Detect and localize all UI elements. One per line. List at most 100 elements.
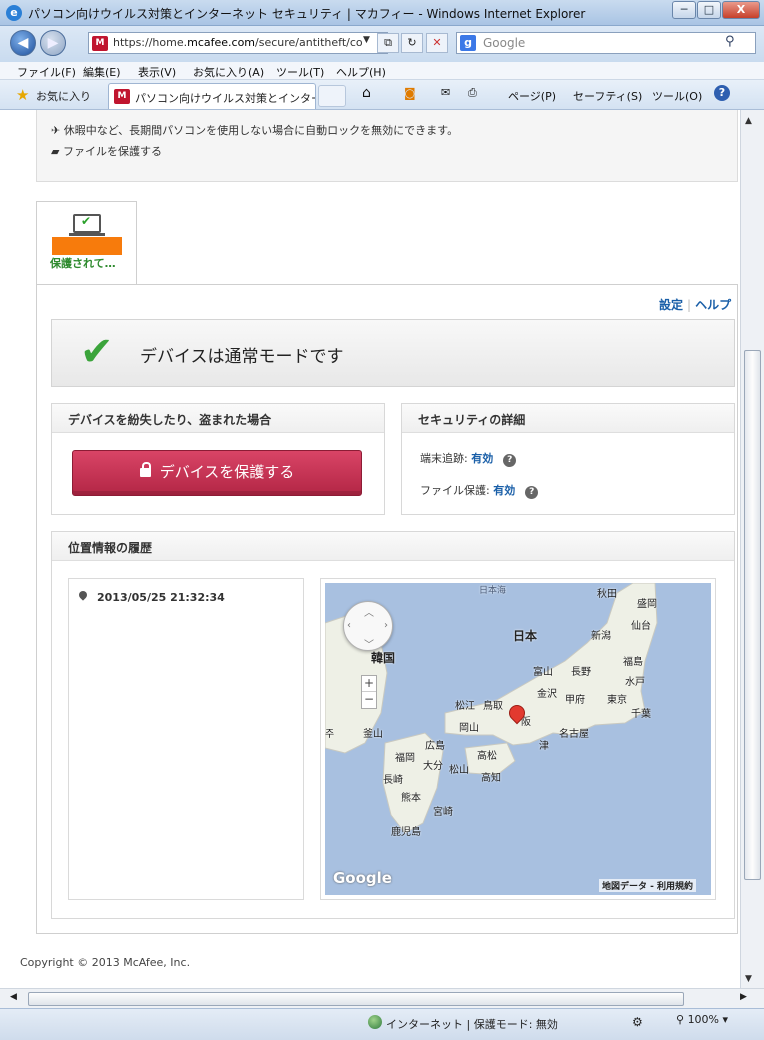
menu-view[interactable]: 表示(V) — [138, 64, 176, 80]
map-label: 鹿児島 — [391, 827, 421, 838]
close-button[interactable]: X — [722, 1, 760, 19]
help-circle-icon[interactable]: ? — [525, 486, 539, 499]
forward-button[interactable]: ▶ — [40, 30, 66, 56]
menu-file[interactable]: ファイル(F) — [17, 64, 76, 80]
map-label: 日本 — [513, 629, 538, 643]
new-tab-button[interactable] — [318, 85, 346, 107]
pan-left-icon[interactable]: ‹ — [347, 620, 351, 631]
horizontal-scroll-thumb[interactable] — [28, 992, 684, 1006]
favorites-button[interactable]: お気に入り — [36, 88, 91, 104]
help-link[interactable]: ヘルプ — [695, 298, 731, 312]
print-icon[interactable]: ⎙ — [468, 86, 477, 100]
magnifier-icon: ⚲ — [676, 1013, 685, 1026]
lost-panel-title: デバイスを紛失したり、盗まれた場合 — [52, 404, 384, 433]
search-icon[interactable]: ⚲ — [725, 34, 735, 49]
copyright: Copyright © 2013 McAfee, Inc. — [20, 956, 191, 969]
back-button[interactable]: ◀ — [10, 30, 36, 56]
compat-view-button[interactable]: ⧉ — [377, 33, 399, 53]
protection-icon[interactable]: ⚙ — [632, 1015, 643, 1029]
redacted-device-name — [52, 237, 122, 255]
big-check-icon: ✔ — [80, 329, 114, 375]
map-label: 주 — [325, 729, 335, 740]
feeds-icon[interactable]: ◙ — [404, 86, 416, 100]
feature-item: ✈ 休暇中など、長期間パソコンを使用しない場合に自動ロックを無効にできます。 — [51, 124, 459, 137]
menu-edit[interactable]: 編集(E) — [83, 64, 121, 80]
security-zone[interactable]: インターネット | 保護モード: 無効 — [386, 1016, 558, 1032]
lock-icon — [139, 462, 151, 477]
favorites-bar: ★ お気に入り M パソコン向けウイルス対策とインター... ⌂ ◙ ✉ ⎙ ペ… — [0, 80, 764, 110]
url-text[interactable]: https://home.mcafee.com/secure/antitheft… — [113, 36, 363, 49]
scroll-left-icon[interactable]: ◀ — [10, 992, 17, 1002]
safety-menu[interactable]: セーフティ(S) — [573, 88, 642, 104]
zoom-level[interactable]: ⚲ 100% ▾ — [676, 1013, 728, 1026]
stop-button[interactable]: ✕ — [426, 33, 448, 53]
location-map[interactable]: 日本海 日本 韓国 秋田 盛岡 仙台 新潟 福島 富山 長野 水戸 金沢 甲府 … — [325, 583, 711, 895]
search-box[interactable]: g Google ⚲ — [456, 32, 756, 54]
zoom-in-button[interactable]: + — [362, 676, 376, 692]
map-label: 千葉 — [631, 709, 651, 720]
map-label: 長崎 — [383, 775, 403, 786]
address-bar[interactable]: M https://home.mcafee.com/secure/antithe… — [88, 32, 388, 54]
protect-device-button[interactable]: デバイスを保護する — [72, 450, 362, 496]
zoom-out-button[interactable]: − — [362, 692, 376, 708]
mail-icon[interactable]: ✉ — [441, 86, 450, 99]
map-pan-control[interactable]: ︿ ﹀ ‹ › — [343, 601, 393, 651]
minimize-button[interactable]: ─ — [672, 1, 696, 19]
pan-down-icon[interactable]: ﹀ — [364, 636, 374, 651]
map-zoom-control: + − — [361, 675, 377, 709]
device-tab[interactable]: ✔ 保護されて… — [36, 201, 137, 285]
title-bar: e パソコン向けウイルス対策とインターネット セキュリティ | マカフィー - … — [0, 0, 764, 26]
map-label: 韓国 — [371, 651, 396, 665]
vertical-scrollbar[interactable]: ▲ ▼ — [740, 110, 764, 988]
tools-menu[interactable]: ツール(O) — [652, 88, 702, 104]
map-label: 水戸 — [625, 677, 645, 688]
map-label: 鳥取 — [483, 701, 503, 712]
browser-tab[interactable]: M パソコン向けウイルス対策とインター... — [108, 83, 316, 109]
google-icon: g — [460, 35, 476, 51]
header-links: 設定 | ヘルプ — [659, 298, 732, 312]
map-label: 熊本 — [401, 793, 421, 804]
help-circle-icon[interactable]: ? — [503, 454, 517, 467]
status-bar: インターネット | 保護モード: 無効 ⚙ ⚲ 100% ▾ — [0, 1008, 764, 1040]
help-icon[interactable]: ? — [714, 85, 730, 101]
page-menu[interactable]: ページ(P) — [508, 88, 556, 104]
folder-lock-icon: ▰ — [51, 145, 60, 158]
map-label: 高知 — [481, 773, 501, 784]
lost-device-panel: デバイスを紛失したり、盗まれた場合 デバイスを保護する — [51, 403, 385, 515]
menu-help[interactable]: ヘルプ(H) — [336, 64, 386, 80]
favorites-star-icon[interactable]: ★ — [16, 86, 29, 104]
map-label: 盛岡 — [637, 599, 657, 610]
vertical-scroll-thumb[interactable] — [744, 350, 761, 880]
map-label: 富山 — [533, 667, 553, 678]
horizontal-scrollbar[interactable]: ◀ ▶ — [0, 988, 764, 1008]
tracking-row: 端末追跡: 有効? — [420, 450, 517, 467]
scroll-right-icon[interactable]: ▶ — [740, 992, 747, 1002]
map-label: 甲府 — [565, 695, 585, 706]
mcafee-shield-icon: M — [92, 36, 108, 51]
map-label: 宮崎 — [433, 807, 453, 818]
menu-tools[interactable]: ツール(T) — [276, 64, 324, 80]
map-data-link[interactable]: 地図データ - 利用規約 — [599, 879, 697, 892]
search-input[interactable]: Google — [483, 36, 525, 50]
normal-mode-banner: ✔ デバイスは通常モードです — [51, 319, 735, 387]
map-label: 福島 — [623, 657, 643, 668]
map-label: 新潟 — [591, 631, 611, 642]
refresh-button[interactable]: ↻ — [401, 33, 423, 53]
scroll-up-icon[interactable]: ▲ — [745, 116, 752, 126]
map-label: 松山 — [449, 765, 469, 776]
pan-up-icon[interactable]: ︿ — [364, 604, 374, 619]
device-status: 保護されて… — [50, 257, 116, 270]
settings-link[interactable]: 設定 — [659, 298, 683, 312]
pan-right-icon[interactable]: › — [384, 620, 388, 631]
address-dropdown-icon[interactable]: ▼ — [363, 35, 370, 45]
scroll-down-icon[interactable]: ▼ — [745, 974, 752, 984]
home-icon[interactable]: ⌂ — [362, 85, 371, 101]
address-row: ◀ ▶ M https://home.mcafee.com/secure/ant… — [0, 26, 764, 62]
menu-favorites[interactable]: お気に入り(A) — [193, 64, 264, 80]
google-logo: Google — [333, 869, 392, 887]
map-label: 日本海 — [479, 586, 507, 596]
history-timestamp[interactable]: 2013/05/25 21:32:34 — [97, 591, 225, 604]
history-panel-title: 位置情報の履歴 — [52, 532, 734, 561]
maximize-button[interactable]: □ — [697, 1, 721, 19]
map-label: 松江 — [455, 701, 475, 712]
